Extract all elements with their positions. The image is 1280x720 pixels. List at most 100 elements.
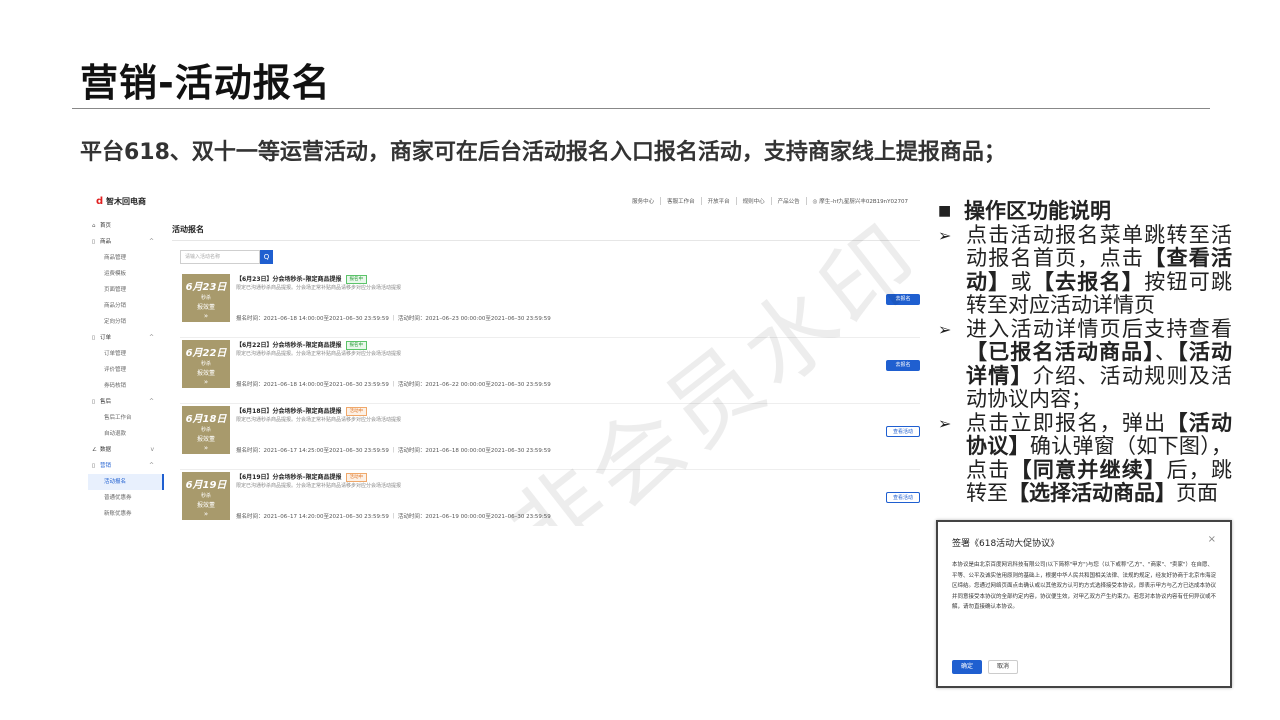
sidebar-item[interactable]: ▯ 售后 ^	[88, 394, 164, 410]
dialog-title: 签署《618活动大促协议》	[952, 539, 1060, 549]
status-badge: 活动中	[345, 473, 368, 482]
nav-item-rules[interactable]: 规则中心	[735, 197, 771, 205]
sidebar-item-label: 商品分销	[104, 303, 127, 309]
menu-group-icon: ▯	[92, 335, 96, 341]
sidebar-item[interactable]: 评价管理	[88, 362, 164, 378]
sidebar-item-label: 页面管理	[104, 287, 127, 293]
explanation-item-2: ➢ 进入活动详情页后支持查看【已报名活动商品】、【活动详情】介绍、活动规则及活动…	[938, 316, 1233, 411]
activity-name: 【6月23日】分会场秒杀–限定商品提报 报名中	[236, 274, 368, 284]
sidebar-item[interactable]: 普通优惠券	[88, 490, 164, 506]
sidebar-item[interactable]: 页面管理	[88, 282, 164, 298]
sidebar-item[interactable]: 活动报名	[88, 474, 164, 490]
sidebar-item[interactable]: 券码核销	[88, 378, 164, 394]
sidebar-item-label: 新账优惠券	[104, 511, 132, 517]
view-activity-button[interactable]: 查看活动	[886, 426, 920, 437]
nav-item-account[interactable]: ◎ 摩生–hf九星厨兴丰02B19nY02707	[805, 197, 914, 205]
nav-item-open-platform[interactable]: 开放平台	[700, 197, 736, 205]
activity-description: 限定已沟通秒杀商品提报。分会场正常补贴商品请移步对应分会场活动提报	[236, 285, 402, 291]
close-icon[interactable]: ×	[1208, 534, 1216, 545]
sidebar-item-label: 商品管理	[104, 255, 127, 261]
menu-group-icon: ▯	[92, 399, 96, 405]
status-badge: 报名中	[345, 341, 368, 350]
square-bullet-icon: ■	[938, 203, 952, 219]
sidebar-item-label: 售后	[100, 399, 112, 405]
activity-name: 【6月19日】分会场秒杀–限定商品提报 活动中	[236, 472, 368, 482]
double-chevron-icon: »	[203, 312, 209, 320]
app-page-title: 活动报名	[172, 225, 204, 234]
activity-time: 报名时间：2021–06–18 14:00:00至2021–06–30 23:5…	[236, 316, 551, 322]
status-badge: 活动中	[345, 407, 368, 416]
sidebar-item-label: 评价管理	[104, 367, 127, 373]
explanation-item-3: ➢ 点击立即报名，弹出【活动协议】确认弹窗（如下图），点击【同意并继续】后，跳转…	[938, 410, 1233, 505]
sidebar-item[interactable]: ▯ 订单 ^	[88, 330, 164, 346]
sidebar-item[interactable]: ▯ 营销 ^	[88, 458, 164, 474]
nav-item-announcements[interactable]: 产品公告	[770, 197, 806, 205]
confirm-button[interactable]: 确定	[952, 660, 982, 674]
sidebar-item-label: 普通优惠券	[104, 495, 132, 501]
sidebar-item-label: 商品	[100, 239, 112, 245]
activity-card: 6月22日 秒杀 报效董» 【6月22日】分会场秒杀–限定商品提报 报名中 限定已沟通秒杀…	[180, 338, 920, 404]
chevron-icon: ^	[148, 462, 154, 469]
signup-button[interactable]: 去报名	[886, 360, 920, 371]
app-top-bar: d 智木回电商 服务中心 客服工作台 开放平台 规则中心 产品公告 ◎ 摩生–h…	[88, 188, 920, 212]
status-badge: 报名中	[345, 275, 368, 284]
sidebar-item[interactable]: 新账优惠券	[88, 506, 164, 522]
sidebar-item[interactable]: 售后工作台	[88, 410, 164, 426]
sidebar-item-label: 首页	[100, 223, 112, 229]
app-screenshot: d 智木回电商 服务中心 客服工作台 开放平台 规则中心 产品公告 ◎ 摩生–h…	[88, 188, 920, 526]
arrow-bullet-icon: ➢	[938, 225, 952, 245]
activity-search-input[interactable]: 请输入活动名称	[180, 250, 260, 264]
chevron-icon: ^	[148, 238, 154, 245]
sidebar-item-label: 运费模板	[104, 271, 127, 277]
sidebar-item-label: 订单管理	[104, 351, 127, 357]
app-sidebar: ⌂ 首页 ▯ 商品 ^ 商品管理运费模板页面管理商品分销定向分销 ▯ 订单 ^ 订单管理评价管理券…	[88, 218, 164, 526]
activity-description: 限定已沟通秒杀商品提报。分会场正常补贴商品请移步对应分会场活动提报	[236, 417, 402, 423]
cancel-button[interactable]: 取消	[988, 660, 1018, 674]
explanation-item-1: ➢ 点击活动报名菜单跳转至活动报名首页，点击【查看活动】或【去报名】按钮可跳转至…	[938, 222, 1233, 317]
sidebar-item[interactable]: 自动退款	[88, 426, 164, 442]
sidebar-item-label: 营销	[100, 463, 112, 469]
sidebar-item[interactable]: 运费模板	[88, 266, 164, 282]
chevron-icon: ^	[148, 334, 154, 341]
sidebar-item-label: 售后工作台	[104, 415, 132, 421]
sidebar-item[interactable]: 定向分销	[88, 314, 164, 330]
activity-card: 6月23日 秒杀 报效董» 【6月23日】分会场秒杀–限定商品提报 报名中 限定已沟通秒杀…	[180, 272, 920, 338]
signup-button[interactable]: 去报名	[886, 294, 920, 305]
logo-icon: d	[96, 196, 104, 207]
page-subtitle: 平台618、双十一等运营活动，商家可在后台活动报名入口报名活动，支持商家线上提报…	[80, 140, 1006, 165]
sidebar-item[interactable]: ⌂ 首页	[88, 218, 164, 234]
double-chevron-icon: »	[203, 378, 209, 386]
sidebar-item-label: 数据	[100, 447, 112, 453]
sidebar-item[interactable]: ∠ 数据 v	[88, 442, 164, 458]
activity-name: 【6月22日】分会场秒杀–限定商品提报 报名中	[236, 340, 368, 350]
sidebar-item[interactable]: ▯ 商品 ^	[88, 234, 164, 250]
menu-group-icon: ▯	[92, 239, 96, 245]
activity-card: 6月19日 秒杀 报效董» 【6月19日】分会场秒杀–限定商品提报 活动中 限定已沟通秒杀…	[180, 470, 920, 526]
menu-group-icon: ∠	[92, 447, 97, 453]
sidebar-item[interactable]: 商品管理	[88, 250, 164, 266]
search-icon[interactable]: Q	[260, 250, 273, 264]
activity-name: 【6月18日】分会场秒杀–限定商品提报 活动中	[236, 406, 368, 416]
app-top-nav: 服务中心 客服工作台 开放平台 规则中心 产品公告 ◎ 摩生–hf九星厨兴丰02…	[626, 197, 914, 205]
app-logo: d 智木回电商	[96, 196, 146, 207]
view-activity-button[interactable]: 查看活动	[886, 492, 920, 503]
app-main: 活动报名 请输入活动名称 Q 6月23日 秒杀 报效董» 【6月23日】分会场秒杀–限…	[172, 214, 920, 526]
app-title-divider	[172, 240, 920, 241]
dialog-body: 本协议是由北京百度网讯科技有限公司(以下简称"甲方")与您（以下或称"乙方"、"…	[952, 562, 1217, 610]
activity-thumbnail: 6月18日 秒杀 报效董»	[182, 406, 230, 454]
activity-thumbnail: 6月22日 秒杀 报效董»	[182, 340, 230, 388]
sidebar-item-label: 券码核销	[104, 383, 127, 389]
double-chevron-icon: »	[203, 510, 209, 518]
activity-card: 6月18日 秒杀 报效董» 【6月18日】分会场秒杀–限定商品提报 活动中 限定已沟通秒杀…	[180, 404, 920, 470]
double-chevron-icon: »	[203, 444, 209, 452]
sidebar-item[interactable]: 商品分销	[88, 298, 164, 314]
explanation-heading: ■ 操作区功能说明	[938, 199, 1111, 223]
nav-item-service[interactable]: 服务中心	[626, 197, 660, 205]
page-title: 营销-活动报名	[80, 61, 331, 105]
sidebar-item[interactable]: 订单管理	[88, 346, 164, 362]
nav-item-customer-service[interactable]: 客服工作台	[660, 197, 701, 205]
activity-thumbnail: 6月23日 秒杀 报效董»	[182, 274, 230, 322]
sidebar-item-label: 订单	[100, 335, 112, 341]
agreement-dialog: 签署《618活动大促协议》 × 本协议是由北京百度网讯科技有限公司(以下简称"甲…	[936, 520, 1232, 688]
explanation-panel: ■ 操作区功能说明 ➢ 点击活动报名菜单跳转至活动报名首页，点击【查看活动】或【…	[938, 199, 1233, 506]
